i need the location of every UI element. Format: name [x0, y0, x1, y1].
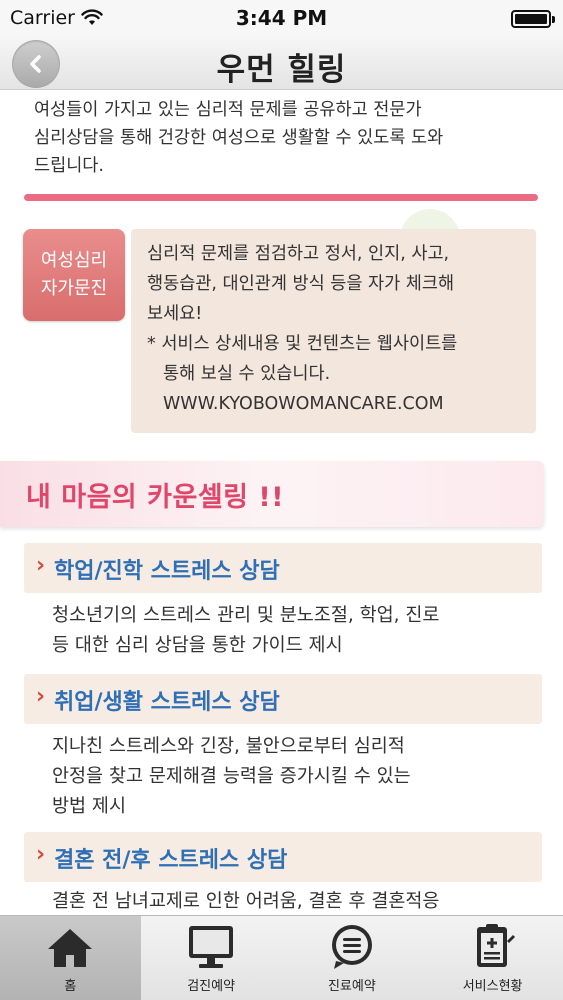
self-check-note: * 서비스 상세내용 및 컨텐츠는 웹사이트를 — [147, 334, 458, 354]
self-check-desc-line: 심리적 문제를 점검하고 정서, 인지, 사고, — [147, 244, 450, 264]
chevron-right-icon: › — [36, 684, 46, 709]
section-description: 청소년기의 스트레스 관리 및 분노조절, 학업, 진로 등 대한 심리 상담을… — [52, 601, 542, 661]
tab-treatment-reservation[interactable]: 진료예약 — [282, 916, 423, 1000]
section-header-job-stress[interactable]: › 취업/생활 스트레스 상담 — [24, 674, 542, 724]
self-check-label-2: 자가문진 — [40, 278, 108, 299]
self-check-desc-line: 행동습관, 대인관계 방식 등을 자가 체크해 — [147, 274, 455, 294]
chevron-right-icon: › — [36, 553, 46, 578]
self-check-note-2: 통해 보실 수 있습니다. — [163, 364, 331, 384]
section-desc-line: 지나친 스트레스와 긴장, 불안으로부터 심리적 — [52, 736, 405, 757]
section-title: 취업/생활 스트레스 상담 — [54, 690, 280, 715]
bottom-tab-bar: 홈 검진예약 진료예약 서비스현황 — [0, 915, 563, 1000]
tab-service-label: 서비스현황 — [462, 979, 523, 994]
intro-line: 심리상담을 통해 건강한 여성으로 생활할 수 있도록 도와 — [34, 128, 444, 148]
tab-home[interactable]: 홈 — [0, 916, 141, 1000]
section-title: 결혼 전/후 스트레스 상담 — [54, 848, 288, 873]
self-check-label-1: 여성심리 — [40, 250, 108, 271]
battery-icon — [511, 10, 555, 28]
section-title: 학업/진학 스트레스 상담 — [54, 559, 280, 584]
self-check-description: 심리적 문제를 점검하고 정서, 인지, 사고, 행동습관, 대인관계 방식 등… — [131, 229, 536, 433]
section-header-marriage-stress[interactable]: › 결혼 전/후 스트레스 상담 — [24, 832, 542, 882]
section-desc-line: 청소년기의 스트레스 관리 및 분노조절, 학업, 진로 — [52, 605, 440, 626]
divider-line — [24, 194, 538, 201]
section-desc-line: 등 대한 심리 상담을 통한 가이드 제시 — [52, 635, 343, 656]
intro-line: 여성들이 가지고 있는 심리적 문제를 공유하고 전문가 — [34, 100, 422, 120]
monitor-icon — [189, 926, 234, 968]
page-title: 우먼 힐링 — [216, 52, 347, 88]
navigation-bar: 우먼 힐링 — [0, 36, 563, 90]
intro-text: 여성들이 가지고 있는 심리적 문제를 공유하고 전문가 심리상담을 통해 건강… — [34, 96, 534, 180]
section-header-study-stress[interactable]: › 학업/진학 스트레스 상담 — [24, 543, 542, 593]
intro-line: 드립니다. — [34, 156, 104, 176]
home-icon — [48, 929, 93, 967]
tab-service-status[interactable]: 서비스현황 — [422, 916, 563, 1000]
section-description: 지나친 스트레스와 긴장, 불안으로부터 심리적 안정을 찾고 문제해결 능력을… — [52, 732, 542, 822]
tab-checkup-label: 검진예약 — [187, 979, 236, 994]
tab-treatment-label: 진료예약 — [327, 979, 376, 994]
tab-checkup-reservation[interactable]: 검진예약 — [141, 916, 282, 1000]
self-check-button[interactable]: 여성심리 자가문진 — [23, 229, 125, 321]
counseling-banner: 내 마음의 카운셀링 !! — [0, 461, 544, 527]
counseling-banner-title: 내 마음의 카운셀링 !! — [26, 482, 285, 513]
content-scroll-area[interactable]: 여성들이 가지고 있는 심리적 문제를 공유하고 전문가 심리상담을 통해 건강… — [0, 91, 563, 915]
self-check-desc-line: 보세요! — [147, 304, 203, 324]
clipboard-icon — [476, 924, 515, 967]
section-desc-line: 방법 제시 — [52, 796, 126, 817]
status-bar: Carrier 3:44 PM — [0, 0, 563, 36]
section-description: 결혼 전 남녀교제로 인한 어려움, 결혼 후 결혼적응 — [52, 887, 542, 915]
status-time: 3:44 PM — [235, 6, 328, 30]
section-desc-line: 결혼 전 남녀교제로 인한 어려움, 결혼 후 결혼적응 — [52, 891, 440, 912]
section-desc-line: 안정을 찾고 문제해결 능력을 증가시킬 수 있는 — [52, 766, 411, 787]
tab-home-label: 홈 — [64, 979, 77, 994]
chevron-right-icon: › — [36, 842, 46, 867]
chat-icon — [331, 925, 372, 969]
website-url-link[interactable]: WWW.KYOBOWOMANCARE.COM — [147, 389, 526, 419]
